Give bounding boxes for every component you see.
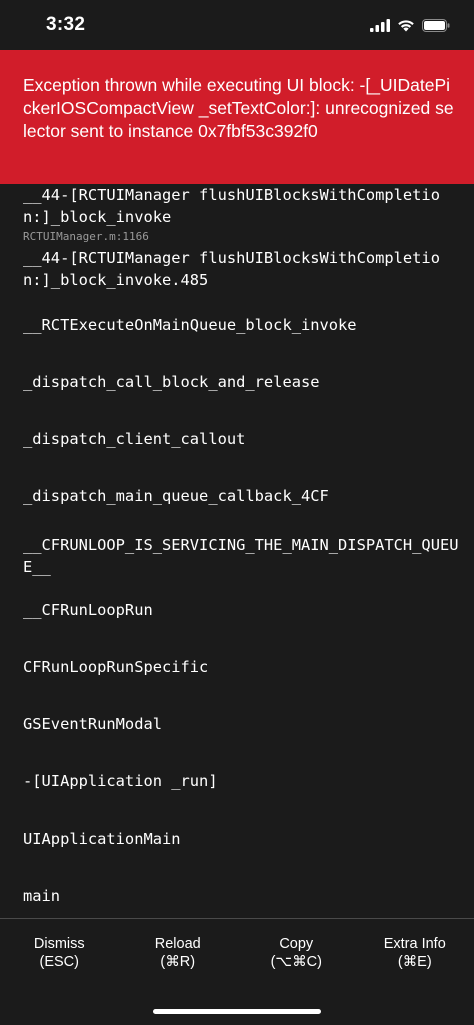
stack-frame[interactable]: __RCTExecuteOnMainQueue_block_invoke — [23, 314, 463, 336]
stack-frame-method: _dispatch_client_callout — [23, 430, 246, 448]
stack-frame[interactable]: _dispatch_client_callout — [23, 428, 463, 450]
dismiss-button-label: Dismiss — [33, 936, 85, 952]
wifi-icon — [397, 19, 415, 32]
stack-frame-method: UIApplicationMain — [23, 830, 181, 848]
copy-button[interactable]: Copy (⌥⌘C) — [237, 919, 356, 983]
stack-frame[interactable]: -[UIApplication _run] — [23, 770, 463, 792]
stack-frame-method: _dispatch_call_block_and_release — [23, 373, 320, 391]
footer: Dismiss (ESC) Reload (⌘R) Copy (⌥⌘C) Ext… — [0, 918, 474, 1025]
stack-trace-list[interactable]: __44-[RCTUIManager flushUIBlocksWithComp… — [0, 184, 474, 918]
stack-frame[interactable]: _dispatch_call_block_and_release — [23, 371, 463, 393]
battery-icon — [422, 18, 450, 32]
stack-frame-method: -[UIApplication _run] — [23, 772, 218, 790]
stack-frame-method: __CFRunLoopRun — [23, 601, 153, 619]
stack-frame-method: GSEventRunModal — [23, 715, 162, 733]
footer-buttons: Dismiss (ESC) Reload (⌘R) Copy (⌥⌘C) Ext… — [0, 919, 474, 983]
status-time: 3:32 — [46, 14, 86, 35]
stack-frame[interactable]: __CFRUNLOOP_IS_SERVICING_THE_MAIN_DISPAT… — [23, 534, 463, 578]
error-message: Exception thrown while executing UI bloc… — [23, 75, 454, 141]
stack-frame[interactable]: UIApplicationMain — [23, 828, 463, 850]
home-indicator[interactable] — [153, 1009, 321, 1014]
reload-button[interactable]: Reload (⌘R) — [119, 919, 238, 983]
stack-frame-method: __RCTExecuteOnMainQueue_block_invoke — [23, 316, 357, 334]
stack-frame[interactable]: GSEventRunModal — [23, 713, 463, 735]
status-icons — [370, 16, 450, 34]
error-header: Exception thrown while executing UI bloc… — [0, 50, 474, 184]
signal-icon — [370, 18, 390, 32]
status-bar: 3:32 — [0, 0, 474, 50]
copy-button-label: Copy — [279, 936, 314, 952]
stack-frame[interactable]: __CFRunLoopRun — [23, 599, 463, 621]
stack-frame[interactable]: __44-[RCTUIManager flushUIBlocksWithComp… — [23, 247, 463, 291]
reload-button-label: Reload — [154, 936, 201, 952]
stack-frame[interactable]: __44-[RCTUIManager flushUIBlocksWithComp… — [23, 184, 463, 245]
stack-frame-method: _dispatch_main_queue_callback_4CF — [23, 487, 329, 505]
extra-info-button-shortcut: (⌘E) — [397, 954, 432, 970]
dismiss-button-shortcut: (ESC) — [39, 954, 79, 970]
stack-frame-method: __44-[RCTUIManager flushUIBlocksWithComp… — [23, 249, 440, 289]
stack-frame-method: __44-[RCTUIManager flushUIBlocksWithComp… — [23, 186, 440, 226]
stack-frame[interactable]: CFRunLoopRunSpecific — [23, 656, 463, 678]
stack-frame[interactable]: _dispatch_main_queue_callback_4CF — [23, 485, 463, 507]
extra-info-button-label: Extra Info — [383, 936, 446, 952]
stack-frame[interactable]: main — [23, 885, 463, 907]
copy-button-shortcut: (⌥⌘C) — [270, 954, 322, 970]
stack-frame-method: CFRunLoopRunSpecific — [23, 658, 209, 676]
stack-frame-method: main — [23, 887, 61, 905]
extra-info-button[interactable]: Extra Info (⌘E) — [356, 919, 474, 983]
stack-frame-method: __CFRUNLOOP_IS_SERVICING_THE_MAIN_DISPAT… — [23, 536, 459, 576]
stack-frame-file: RCTUIManager.m:1166 — [23, 230, 149, 243]
dismiss-button[interactable]: Dismiss (ESC) — [0, 919, 119, 983]
reload-button-shortcut: (⌘R) — [160, 954, 196, 970]
